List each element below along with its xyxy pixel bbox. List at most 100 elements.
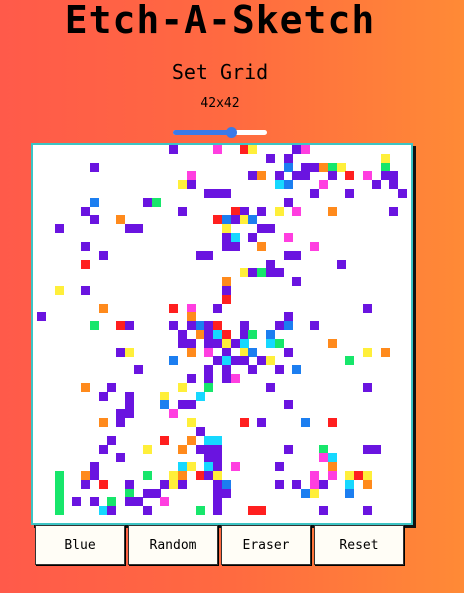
grid-cell[interactable] bbox=[239, 145, 249, 154]
grid-cell[interactable] bbox=[133, 365, 143, 375]
grid-cell[interactable] bbox=[310, 321, 320, 331]
grid-cell[interactable] bbox=[222, 189, 231, 199]
grid-cell[interactable] bbox=[257, 171, 267, 181]
grid-cell[interactable] bbox=[204, 250, 214, 260]
grid-cell[interactable] bbox=[89, 215, 99, 225]
grid-cell[interactable] bbox=[362, 470, 372, 480]
grid-cell[interactable] bbox=[125, 321, 135, 331]
grid-cell[interactable] bbox=[204, 189, 214, 199]
grid-cell[interactable] bbox=[345, 189, 355, 199]
grid-cell[interactable] bbox=[213, 462, 223, 472]
grid-cell[interactable] bbox=[239, 347, 249, 357]
grid-cell[interactable] bbox=[327, 171, 337, 181]
grid-cell[interactable] bbox=[266, 356, 276, 366]
grid-cell[interactable] bbox=[362, 444, 372, 454]
grid-cell[interactable] bbox=[98, 250, 108, 260]
grid-cell[interactable] bbox=[310, 488, 320, 498]
grid-cell[interactable] bbox=[125, 479, 135, 489]
grid-cell[interactable] bbox=[327, 162, 337, 172]
grid-cell[interactable] bbox=[266, 382, 276, 392]
grid-cell[interactable] bbox=[371, 180, 381, 190]
grid-cell[interactable] bbox=[362, 171, 372, 181]
grid-cell[interactable] bbox=[292, 145, 302, 154]
grid-cell[interactable] bbox=[318, 453, 328, 463]
grid-cell[interactable] bbox=[160, 435, 170, 445]
grid-cell[interactable] bbox=[248, 506, 258, 516]
grid-cell[interactable] bbox=[195, 250, 205, 260]
eraser-button[interactable]: Eraser bbox=[221, 525, 311, 565]
grid-cell[interactable] bbox=[310, 241, 320, 251]
grid-cell[interactable] bbox=[204, 365, 214, 375]
grid-cell[interactable] bbox=[266, 153, 276, 163]
grid-cell[interactable] bbox=[274, 171, 284, 181]
grid-cell[interactable] bbox=[186, 347, 196, 357]
grid-cell[interactable] bbox=[248, 365, 258, 375]
grid-cell[interactable] bbox=[301, 145, 311, 154]
grid-cell[interactable] bbox=[204, 462, 214, 472]
grid-cell[interactable] bbox=[125, 409, 135, 419]
grid-cell[interactable] bbox=[186, 435, 196, 445]
grid-cell[interactable] bbox=[380, 347, 390, 357]
grid-cell[interactable] bbox=[318, 506, 328, 516]
grid-cell[interactable] bbox=[116, 215, 126, 225]
grid-cell[interactable] bbox=[222, 215, 231, 225]
grid-cell[interactable] bbox=[230, 215, 240, 225]
grid-cell[interactable] bbox=[89, 470, 99, 480]
grid-cell[interactable] bbox=[345, 488, 355, 498]
grid-cell[interactable] bbox=[239, 330, 249, 339]
grid-cell[interactable] bbox=[125, 347, 135, 357]
grid-cell[interactable] bbox=[177, 206, 187, 216]
random-button[interactable]: Random bbox=[128, 525, 218, 565]
grid-cell[interactable] bbox=[239, 206, 249, 216]
grid-cell[interactable] bbox=[301, 162, 311, 172]
grid-cell[interactable] bbox=[380, 153, 390, 163]
grid-cell[interactable] bbox=[222, 356, 231, 366]
grid-cell[interactable] bbox=[222, 224, 231, 234]
grid-cell[interactable] bbox=[213, 356, 223, 366]
grid-cell[interactable] bbox=[380, 171, 390, 181]
grid-cell[interactable] bbox=[186, 418, 196, 428]
grid-cell[interactable] bbox=[274, 321, 284, 331]
grid-cell[interactable] bbox=[213, 453, 223, 463]
grid-cell[interactable] bbox=[222, 233, 231, 243]
grid-cell[interactable] bbox=[177, 470, 187, 480]
grid-cell[interactable] bbox=[318, 444, 328, 454]
grid-cell[interactable] bbox=[345, 470, 355, 480]
grid-cell[interactable] bbox=[239, 418, 249, 428]
grid-cell[interactable] bbox=[81, 479, 91, 489]
grid-cell[interactable] bbox=[213, 145, 223, 154]
grid-cell[interactable] bbox=[257, 506, 267, 516]
grid-cell[interactable] bbox=[230, 233, 240, 243]
grid-cell[interactable] bbox=[222, 294, 231, 304]
grid-cell[interactable] bbox=[239, 356, 249, 366]
grid-cell[interactable] bbox=[213, 506, 223, 516]
grid-cell[interactable] bbox=[177, 382, 187, 392]
grid-cell[interactable] bbox=[239, 215, 249, 225]
grid-cell[interactable] bbox=[89, 462, 99, 472]
grid-cell[interactable] bbox=[213, 479, 223, 489]
grid-cell[interactable] bbox=[186, 171, 196, 181]
grid-cell[interactable] bbox=[98, 391, 108, 401]
grid-cell[interactable] bbox=[125, 391, 135, 401]
grid-cell[interactable] bbox=[98, 444, 108, 454]
grid-cell[interactable] bbox=[292, 479, 302, 489]
grid-cell[interactable] bbox=[292, 365, 302, 375]
grid-cell[interactable] bbox=[248, 330, 258, 339]
grid-cell[interactable] bbox=[195, 506, 205, 516]
grid-cell[interactable] bbox=[283, 444, 293, 454]
grid-cell[interactable] bbox=[362, 479, 372, 489]
grid-cell[interactable] bbox=[222, 330, 231, 339]
grid-cell[interactable] bbox=[283, 400, 293, 410]
grid-cell[interactable] bbox=[257, 241, 267, 251]
grid-cell[interactable] bbox=[222, 277, 231, 287]
grid-cell[interactable] bbox=[177, 180, 187, 190]
grid-cell[interactable] bbox=[327, 453, 337, 463]
grid-cell[interactable] bbox=[204, 321, 214, 331]
grid-cell[interactable] bbox=[213, 488, 223, 498]
grid-cell[interactable] bbox=[222, 365, 231, 375]
grid-cell[interactable] bbox=[195, 321, 205, 331]
grid-cell[interactable] bbox=[239, 321, 249, 331]
grid-cell[interactable] bbox=[169, 321, 179, 331]
grid-cell[interactable] bbox=[204, 374, 214, 384]
grid-cell[interactable] bbox=[310, 162, 320, 172]
